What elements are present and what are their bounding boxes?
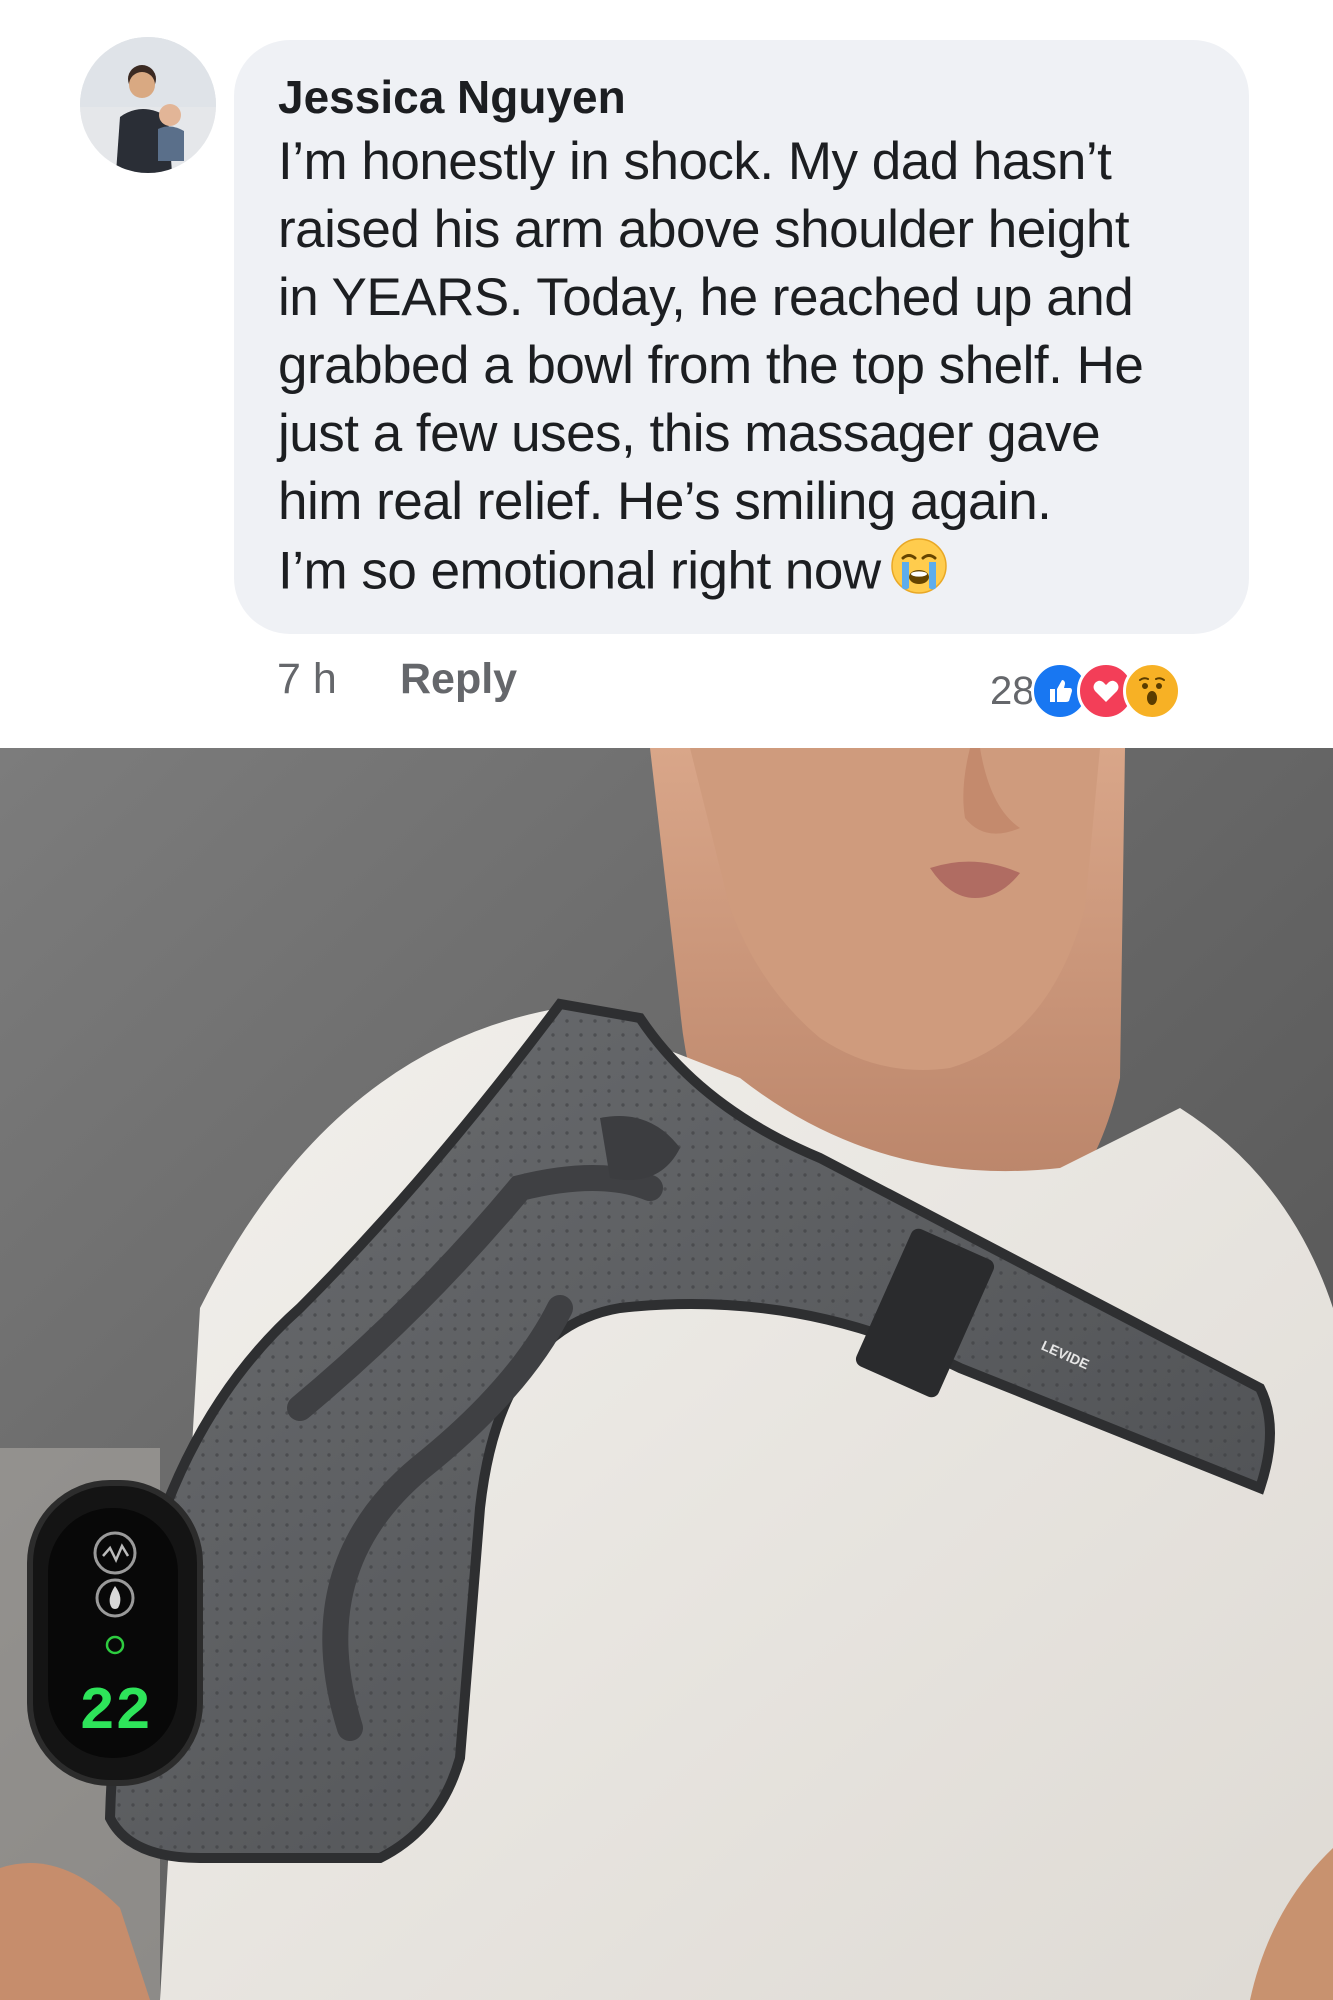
comment-author[interactable]: Jessica Nguyen xyxy=(278,68,1209,126)
reaction-count: 28 xyxy=(990,668,1035,713)
controller-device: 22 xyxy=(27,1480,203,1786)
reply-button[interactable]: Reply xyxy=(400,655,517,704)
display-value: 22 xyxy=(79,1679,151,1747)
avatar[interactable] xyxy=(80,37,216,173)
comment-line: in YEARS. Today, he reached up and xyxy=(278,268,1134,327)
comment-line: I’m so emotional right now xyxy=(278,541,881,601)
comment-section: Jessica Nguyen I’m honestly in shock. My… xyxy=(0,0,1333,748)
comment-line: I’m honestly in shock. My dad hasn’t xyxy=(278,132,1112,191)
comment-line: raised his arm above shoulder height xyxy=(278,200,1130,259)
comment-bubble: Jessica Nguyen I’m honestly in shock. My… xyxy=(234,40,1249,634)
comment-line-last: I’m so emotional right now xyxy=(278,536,1209,613)
reaction-summary[interactable]: 28 xyxy=(990,654,1181,728)
comment-line: grabbed a bowl from the top shelf. He xyxy=(278,336,1144,395)
crying-face-emoji-icon xyxy=(889,536,949,613)
comment-text: I’m honestly in shock. My dad hasn’t rai… xyxy=(278,128,1209,613)
comment-line: him real relief. He’s smiling again. xyxy=(278,472,1052,531)
comment-timestamp[interactable]: 7 h xyxy=(277,655,337,704)
comment-line: just a few uses, this massager gave xyxy=(278,404,1101,463)
product-photo: LEVIDE 22 xyxy=(0,748,1333,2000)
wow-icon xyxy=(1122,662,1181,720)
